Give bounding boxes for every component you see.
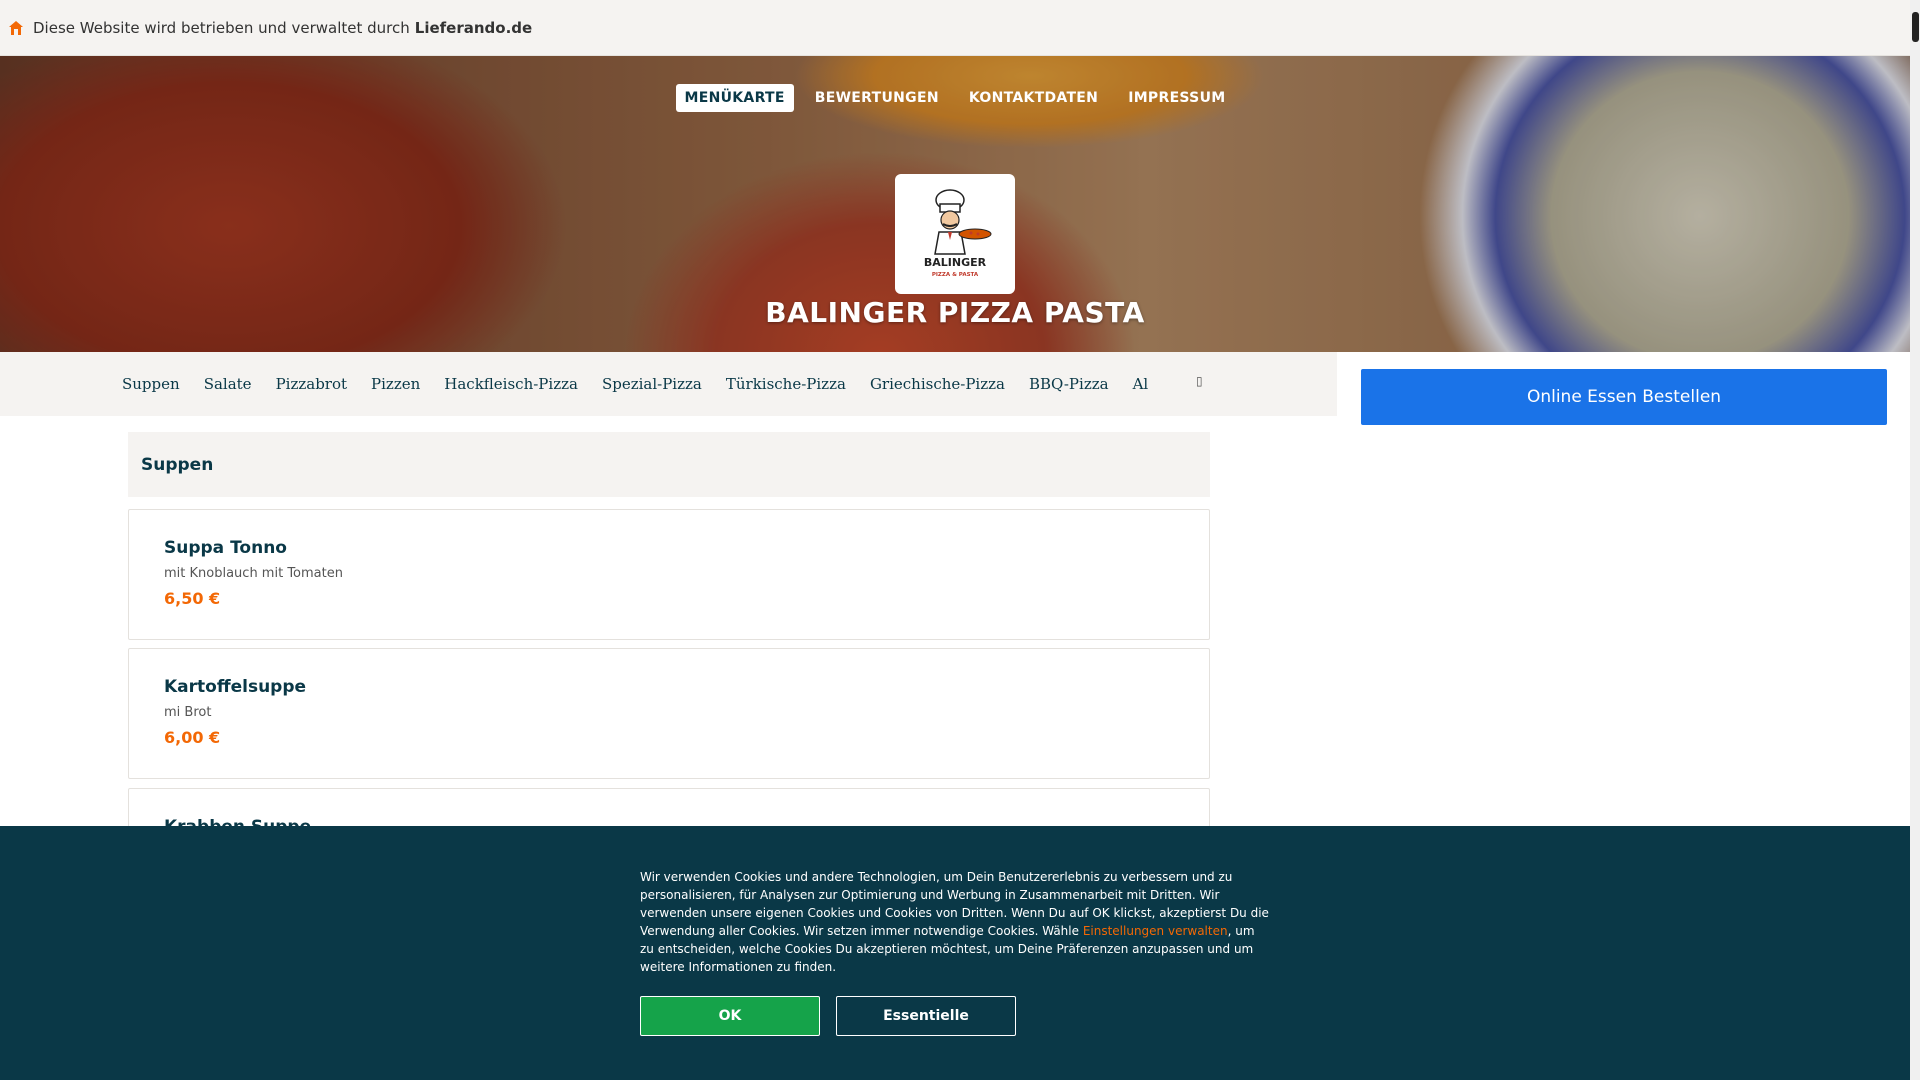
category-pizzabrot[interactable]: Pizzabrot	[276, 375, 347, 393]
menu-item-card[interactable]: Suppa Tonno mit Knoblauch mit Tomaten 6,…	[128, 509, 1210, 640]
menu-item-description: mi Brot	[164, 705, 212, 720]
hero-banner: MENÜKARTE BEWERTUNGEN KONTAKTDATEN IMPRE…	[0, 56, 1910, 352]
section-title: Suppen	[128, 432, 1210, 497]
category-spezial-pizza[interactable]: Spezial-Pizza	[602, 375, 702, 393]
restaurant-logo: BALINGER PIZZA & PASTA	[895, 174, 1015, 294]
category-pizzen[interactable]: Pizzen	[371, 375, 420, 393]
operator-text: Diese Website wird betrieben und verwalt…	[33, 18, 410, 37]
category-bbq-pizza[interactable]: BBQ-Pizza	[1029, 375, 1109, 393]
category-suppen[interactable]: Suppen	[122, 375, 180, 393]
operator-brand[interactable]: Lieferando.de	[415, 19, 532, 37]
category-griechische-pizza[interactable]: Griechische-Pizza	[870, 375, 1005, 393]
house-icon	[9, 20, 23, 35]
cookie-text: Wir verwenden Cookies und andere Technol…	[640, 868, 1272, 976]
menu-item-name: Kartoffelsuppe	[164, 677, 307, 697]
chef-logo-icon: BALINGER PIZZA & PASTA	[924, 189, 992, 278]
menu-item-price: 6,50 €	[164, 589, 221, 608]
cookie-settings-link[interactable]: Einstellungen verwalten	[1083, 924, 1228, 938]
page-scrollbar[interactable]	[1910, 0, 1920, 1080]
menu-item-card[interactable]: Kartoffelsuppe mi Brot 6,00 €	[128, 648, 1210, 779]
operator-info-bar: Diese Website wird betrieben und verwalt…	[0, 0, 1910, 56]
nav-bewertungen[interactable]: BEWERTUNGEN	[806, 84, 948, 112]
scrollbar-thumb[interactable]	[1912, 12, 1919, 42]
cookie-essential-button[interactable]: Essentielle	[836, 996, 1016, 1036]
main-nav: MENÜKARTE BEWERTUNGEN KONTAKTDATEN IMPRE…	[0, 84, 1910, 112]
order-online-button[interactable]: Online Essen Bestellen	[1361, 369, 1887, 425]
category-salate[interactable]: Salate	[204, 375, 252, 393]
category-list: Suppen Salate Pizzabrot Pizzen Hackfleis…	[108, 352, 1170, 416]
menu-item-description: mit Knoblauch mit Tomaten	[164, 566, 343, 581]
cookie-banner: Wir verwenden Cookies und andere Technol…	[0, 826, 1910, 1080]
nav-kontaktdaten[interactable]: KONTAKTDATEN	[960, 84, 1107, 112]
category-scroll-right-icon[interactable]: ▯	[1196, 374, 1203, 388]
restaurant-name: BALINGER PIZZA PASTA	[765, 296, 1145, 329]
category-tuerkische-pizza[interactable]: Türkische-Pizza	[726, 375, 846, 393]
category-hackfleisch-pizza[interactable]: Hackfleisch-Pizza	[444, 375, 578, 393]
logo-text: BALINGER	[924, 256, 987, 269]
menu-item-price: 6,00 €	[164, 728, 221, 747]
cookie-ok-button[interactable]: OK	[640, 996, 820, 1036]
nav-impressum[interactable]: IMPRESSUM	[1119, 84, 1234, 112]
logo-subtext: PIZZA & PASTA	[932, 272, 979, 278]
category-bar: Suppen Salate Pizzabrot Pizzen Hackfleis…	[0, 352, 1337, 416]
category-truncated[interactable]: Al	[1133, 375, 1149, 393]
nav-menukarte[interactable]: MENÜKARTE	[675, 84, 794, 112]
menu-item-name: Suppa Tonno	[164, 538, 287, 558]
